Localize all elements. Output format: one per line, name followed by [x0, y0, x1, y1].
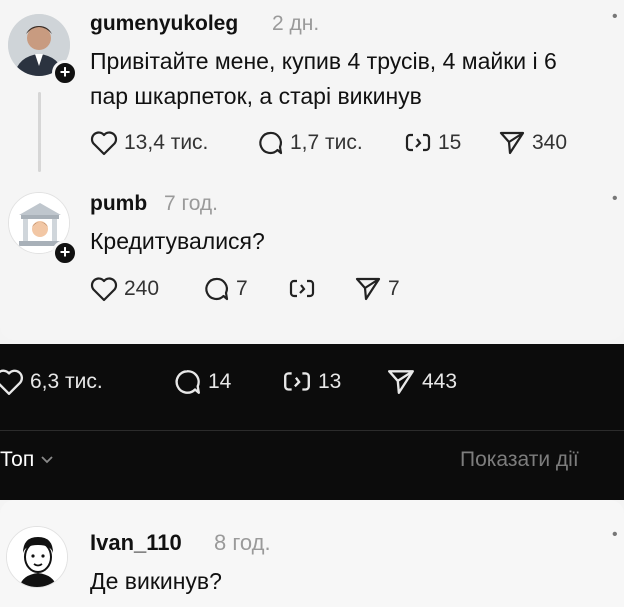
thread-line: [38, 92, 41, 172]
like-count: 13,4 тис.: [124, 131, 209, 154]
send-icon: [355, 277, 381, 301]
more-options-icon[interactable]: •: [612, 526, 618, 544]
post-text: Кредитувалися?: [90, 228, 265, 254]
follow-plus-icon[interactable]: +: [52, 240, 78, 266]
like-count: 6,3 тис.: [30, 370, 103, 393]
comment-count: 7: [236, 277, 248, 300]
post-text: Привітайте мене, купив 4 трусів, 4 майки…: [90, 44, 620, 114]
follow-plus-icon[interactable]: +: [52, 60, 78, 86]
repost-count: 13: [318, 370, 342, 393]
repost-button[interactable]: 13: [282, 368, 341, 396]
like-button[interactable]: 240: [90, 276, 159, 302]
repost-icon: [284, 372, 310, 391]
repost-count: 15: [438, 131, 462, 154]
like-button[interactable]: 13,4 тис.: [90, 130, 208, 156]
repost-icon: [289, 279, 315, 298]
repost-icon: [405, 133, 431, 152]
username[interactable]: Ivan_110: [90, 530, 182, 556]
share-count: 7: [388, 277, 400, 300]
share-button[interactable]: 340: [498, 130, 567, 156]
share-button[interactable]: 443: [386, 368, 457, 396]
comment-icon: [259, 131, 283, 155]
post-text-line: Привітайте мене, купив 4 трусів, 4 майки…: [90, 48, 557, 74]
heart-icon: [90, 277, 118, 302]
comment-icon: [175, 370, 200, 394]
repost-button[interactable]: 15: [404, 130, 461, 156]
divider: [0, 430, 624, 431]
share-count: 340: [532, 131, 568, 154]
comment-count: 1,7 тис.: [290, 131, 363, 154]
send-icon: [388, 370, 414, 394]
reply-thread-card: + gumenyukoleg 2 дн. Привітайте мене, ку…: [0, 0, 624, 340]
repost-button[interactable]: [288, 276, 322, 302]
comment-count: 14: [208, 370, 232, 393]
thread-stats-bar: 6,3 тис. 14 13 443 Топ Показати дії: [0, 344, 624, 500]
reply-card: Ivan_110 8 год. Де викинув? •: [0, 500, 624, 607]
comment-button[interactable]: 1,7 тис.: [256, 130, 363, 156]
comment-icon: [205, 277, 229, 301]
comment-button[interactable]: 7: [202, 276, 248, 302]
sort-label: Топ: [0, 448, 35, 471]
avatar-ivan-110[interactable]: [6, 526, 68, 588]
show-activity-link[interactable]: Показати дії: [460, 448, 579, 472]
heart-icon: [90, 131, 118, 156]
like-count: 240: [124, 277, 160, 300]
more-options-icon[interactable]: •: [612, 8, 618, 26]
post-time: 2 дн.: [272, 12, 320, 35]
chevron-down-icon: [41, 456, 53, 464]
post-time: 7 год.: [164, 192, 219, 215]
show-activity-label: Показати дії: [460, 448, 579, 471]
post-text-line: пар шкарпеток, а старі викинув: [90, 83, 422, 109]
post-time: 8 год.: [214, 530, 271, 555]
cartoon-avatar-icon: [7, 527, 67, 587]
username[interactable]: gumenyukoleg: [90, 12, 238, 36]
send-icon: [499, 131, 525, 155]
more-options-icon[interactable]: •: [612, 190, 618, 208]
heart-icon: [0, 369, 23, 395]
comment-button[interactable]: 14: [172, 368, 231, 396]
share-count: 443: [422, 370, 458, 393]
post-text: Де викинув?: [90, 568, 222, 594]
sort-dropdown[interactable]: Топ: [0, 448, 60, 472]
username[interactable]: pumb: [90, 192, 147, 216]
like-button[interactable]: 6,3 тис.: [0, 368, 103, 396]
share-button[interactable]: 7: [354, 276, 400, 302]
